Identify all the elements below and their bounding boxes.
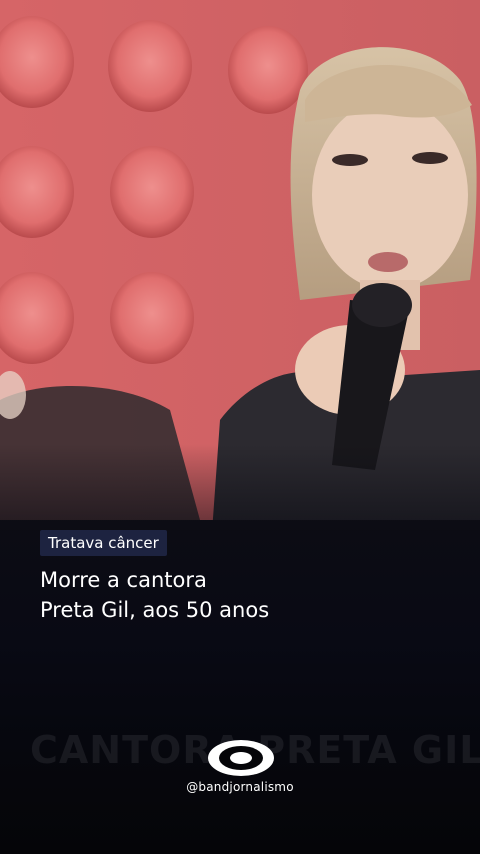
band-logo-icon <box>208 740 274 776</box>
headline: Morre a cantora Preta Gil, aos 50 anos <box>40 565 460 625</box>
brand-handle: @bandjornalismo <box>186 780 294 794</box>
caption-gradient-overlay <box>0 0 480 854</box>
video-frame[interactable]: CANTORA PRETA GIL Tratava câncer Morre a… <box>0 0 480 854</box>
headline-line-2: Preta Gil, aos 50 anos <box>40 598 270 622</box>
headline-line-1: Morre a cantora <box>40 568 207 592</box>
category-tag: Tratava câncer <box>40 530 167 556</box>
